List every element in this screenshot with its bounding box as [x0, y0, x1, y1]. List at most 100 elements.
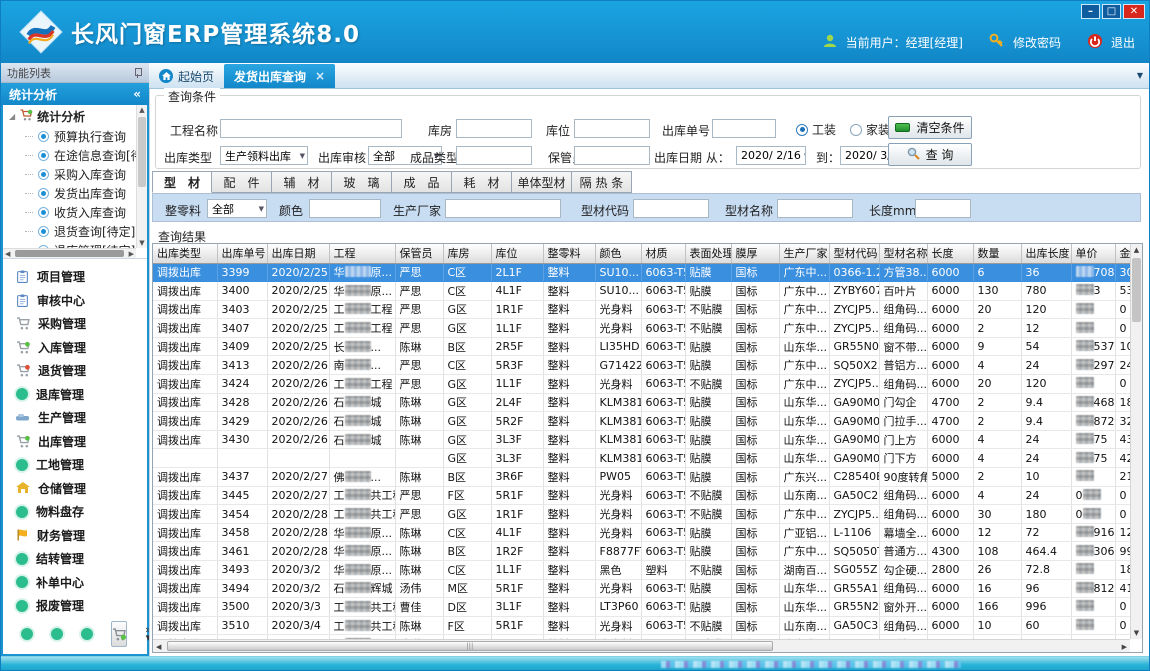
table-row[interactable]: 调拨出库34072020/2/25工工程严思G区1L1F整料光身料6063-T5…: [153, 319, 1130, 338]
sidebar-item-cart-green[interactable]: 入库管理: [3, 336, 147, 360]
table-row[interactable]: 调拨出库34942020/3/2石辉城汤伟M区5R1F整料光身料6063-T5贴…: [153, 579, 1130, 598]
grid-horizontal-scrollbar[interactable]: ◀ ▶: [153, 639, 1130, 652]
logout-link[interactable]: 退出: [1111, 34, 1135, 51]
color-input[interactable]: [309, 199, 381, 218]
section-header[interactable]: 统计分析 «: [1, 83, 149, 105]
clear-conditions-button[interactable]: 清空条件: [888, 116, 972, 139]
column-header[interactable]: 保管员: [395, 244, 443, 263]
column-header[interactable]: 出库类型: [153, 244, 217, 263]
collapse-icon[interactable]: «: [133, 87, 141, 101]
module-dot-icon[interactable]: [21, 628, 33, 640]
tree-horizontal-scrollbar[interactable]: ◀ ▶: [3, 248, 136, 258]
sidebar-item-circle[interactable]: 工地管理: [3, 453, 147, 477]
scroll-up-icon[interactable]: ▲: [137, 106, 147, 114]
table-row[interactable]: 调拨出库35102020/3/4工共工程陈琳F区5R1F整料光身料6063-T5…: [153, 616, 1130, 635]
sidebar-item-clipboard[interactable]: 审核中心: [3, 289, 147, 313]
table-row[interactable]: 调拨出库35002020/3/3工共工程曹佳D区3L1F整料LT3P606063…: [153, 598, 1130, 617]
project-name-input[interactable]: [220, 119, 402, 138]
scroll-left-icon[interactable]: ◀: [156, 643, 161, 651]
table-row[interactable]: 调拨出库34092020/2/25长...陈琳B区2R5F整料LI35HD606…: [153, 337, 1130, 356]
table-row[interactable]: 调拨出库34612020/2/28华原...陈琳B区1R2F整料F8877FT6…: [153, 542, 1130, 561]
profile-code-input[interactable]: [633, 199, 709, 218]
column-header[interactable]: 出库长度: [1021, 244, 1071, 263]
sidebar-item-circle[interactable]: 物料盘存: [3, 500, 147, 524]
sidebar-item-cart-red[interactable]: 退货管理: [3, 359, 147, 383]
close-button[interactable]: ✕: [1123, 4, 1145, 19]
tab-home[interactable]: 起始页: [149, 64, 224, 88]
scrollbar-thumb[interactable]: [15, 250, 124, 257]
scroll-left-icon[interactable]: ◀: [5, 250, 10, 258]
manufacturer-input[interactable]: [445, 199, 561, 218]
product-type-input[interactable]: [456, 146, 532, 165]
tab-shipping-query[interactable]: 发货出库查询 ×: [224, 64, 335, 88]
table-row[interactable]: 调拨出库33992020/2/25华原...严思C区2L1F整料SU10...6…: [153, 263, 1130, 282]
sidebar-item-circle[interactable]: 退库管理: [3, 383, 147, 407]
material-tab[interactable]: 单体型材: [512, 171, 572, 193]
tree-root[interactable]: ◢ 统计分析: [3, 105, 147, 127]
sidebar-item-circle[interactable]: 补单中心: [3, 571, 147, 595]
column-header[interactable]: 材质: [641, 244, 685, 263]
column-header[interactable]: 单价: [1071, 244, 1115, 263]
scrollbar-thumb[interactable]: [138, 117, 146, 187]
material-tab[interactable]: 隔 热 条: [572, 171, 632, 193]
material-tab[interactable]: 成 品: [392, 171, 452, 193]
column-header[interactable]: 型材名称: [879, 244, 927, 263]
column-header[interactable]: 颜色: [595, 244, 641, 263]
warehouse-input[interactable]: [456, 119, 532, 138]
material-tab[interactable]: 辅 材: [272, 171, 332, 193]
scroll-right-icon[interactable]: ▶: [1122, 643, 1127, 651]
material-tab[interactable]: 耗 材: [452, 171, 512, 193]
column-header[interactable]: 出库单号: [217, 244, 267, 263]
table-row[interactable]: 调拨出库34542020/2/28工共工程严思G区1R1F整料光身料6063-T…: [153, 505, 1130, 524]
tree-item[interactable]: 采购入库查询: [3, 165, 147, 184]
scroll-up-icon[interactable]: ▲: [1131, 246, 1142, 254]
radio-home-decor[interactable]: 家装: [850, 121, 890, 138]
sidebar-item-flag[interactable]: 财务管理: [3, 524, 147, 548]
tree-item[interactable]: 退货查询[待定]: [3, 222, 147, 241]
column-header[interactable]: 生产厂家: [779, 244, 829, 263]
column-header[interactable]: 数量: [973, 244, 1021, 263]
material-tab[interactable]: 配 件: [212, 171, 272, 193]
table-row[interactable]: 调拨出库34002020/2/25华原...严思C区4L1F整料SU10...6…: [153, 282, 1130, 301]
pin-icon[interactable]: [133, 67, 143, 79]
cart-module-button[interactable]: [111, 621, 127, 647]
grid-vertical-scrollbar[interactable]: ▲ ▼: [1130, 244, 1142, 639]
minimize-button[interactable]: –: [1081, 4, 1100, 19]
column-header[interactable]: 整零料: [543, 244, 595, 263]
table-row[interactable]: 调拨出库34132020/2/26南...严思C区5R3F整料G71422606…: [153, 356, 1130, 375]
order-no-input[interactable]: [712, 119, 776, 138]
change-password-link[interactable]: 修改密码: [1013, 34, 1061, 51]
length-input[interactable]: [915, 199, 971, 218]
scroll-right-icon[interactable]: ▶: [129, 250, 134, 258]
sidebar-item-clipboard[interactable]: 项目管理: [3, 265, 147, 289]
scroll-down-icon[interactable]: ▼: [1131, 629, 1142, 637]
sidebar-item-prod[interactable]: 生产管理: [3, 406, 147, 430]
table-row[interactable]: 调拨出库34242020/2/26工工程严思G区1L1F整料光身料6063-T5…: [153, 375, 1130, 394]
column-header[interactable]: 工程: [329, 244, 395, 263]
column-header[interactable]: 膜厚: [731, 244, 779, 263]
tree-expand-icon[interactable]: ◢: [9, 112, 15, 121]
table-row[interactable]: 调拨出库34372020/2/27佛...陈琳B区3R6F整料PW056063-…: [153, 468, 1130, 487]
sidebar-item-cart[interactable]: 采购管理: [3, 312, 147, 336]
tab-list-dropdown-icon[interactable]: ▼: [1137, 71, 1143, 80]
tree-vertical-scrollbar[interactable]: ▲ ▼: [136, 105, 147, 248]
tree-item[interactable]: 收货入库查询: [3, 203, 147, 222]
column-header[interactable]: 长度: [927, 244, 973, 263]
table-row[interactable]: 调拨出库34282020/2/26石城陈琳G区2L4F整料KLM38176063…: [153, 393, 1130, 412]
table-row[interactable]: G区3L3F整料KLM38176063-T5贴膜国标山东华...GA90M09.…: [153, 449, 1130, 468]
table-row[interactable]: 调拨出库34292020/2/26石城陈琳G区5R2F整料KLM38176063…: [153, 412, 1130, 431]
sidebar-item-cart-green[interactable]: 出库管理: [3, 430, 147, 454]
location-input[interactable]: [574, 119, 650, 138]
table-row[interactable]: 调拨出库34932020/3/2华原...陈琳C区1L1F整料黑色塑料不贴膜国标…: [153, 561, 1130, 580]
column-header[interactable]: 库位: [491, 244, 543, 263]
maximize-button[interactable]: □: [1102, 4, 1121, 19]
table-row[interactable]: 调拨出库34452020/2/27工共工程严思F区5R1F整料光身料6063-T…: [153, 486, 1130, 505]
whole-part-select[interactable]: 全部▼: [207, 199, 267, 218]
table-row[interactable]: 调拨出库34302020/2/26石城陈琳G区3L3F整料KLM38176063…: [153, 430, 1130, 449]
profile-name-input[interactable]: [777, 199, 853, 218]
material-tab[interactable]: 型 材: [152, 171, 212, 193]
column-header[interactable]: 库房: [443, 244, 491, 263]
scroll-down-icon[interactable]: ▼: [137, 239, 147, 247]
column-header[interactable]: 出库日期: [267, 244, 329, 263]
radio-industrial[interactable]: 工装: [796, 121, 836, 138]
